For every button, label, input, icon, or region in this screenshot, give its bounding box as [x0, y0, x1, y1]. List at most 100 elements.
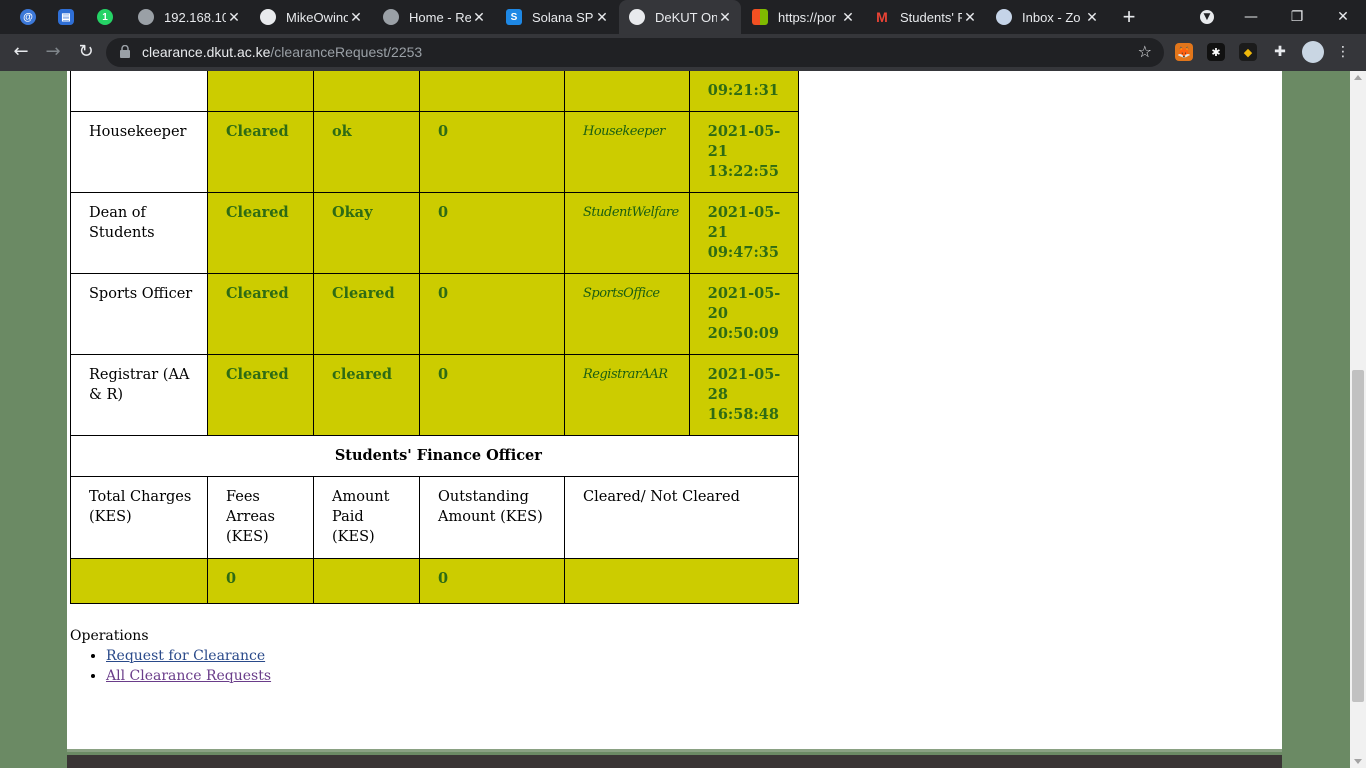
- profile-avatar[interactable]: [1302, 41, 1324, 63]
- pinned-tab-1[interactable]: @: [9, 0, 47, 34]
- scrollbar-thumb[interactable]: [1352, 370, 1364, 702]
- mail-icon: [996, 9, 1012, 25]
- reload-button[interactable]: ↻: [71, 37, 101, 67]
- address-bar[interactable]: clearance.dkut.ac.ke/clearanceRequest/22…: [106, 38, 1164, 67]
- footer-divider: [67, 749, 1282, 752]
- close-tab-icon[interactable]: ✕: [471, 9, 487, 25]
- amount-cell: 0: [419, 111, 565, 193]
- status-cell: Cleared: [207, 354, 314, 436]
- operations-section: Operations Request for Clearance All Cle…: [70, 628, 271, 686]
- close-tab-icon[interactable]: ✕: [962, 9, 978, 25]
- bookmark-star-icon[interactable]: ☆: [1138, 42, 1152, 61]
- tab-8[interactable]: Inbox - Zo ✕: [986, 0, 1108, 34]
- finance-cleared-status: [564, 558, 799, 604]
- forward-button[interactable]: →: [38, 37, 68, 67]
- date-line: 28: [707, 386, 728, 403]
- pinned-tab-3[interactable]: 1: [86, 0, 124, 34]
- tab-6[interactable]: https://por ✕: [742, 0, 864, 34]
- office-cell: Sports Officer: [70, 273, 208, 355]
- binance-icon[interactable]: ◆: [1239, 43, 1257, 61]
- tab-search-icon[interactable]: ▼: [1184, 0, 1230, 34]
- date-line: 2021-05-: [707, 285, 781, 302]
- tab-title: DeKUT Onl: [655, 9, 717, 25]
- tab-title: Home - Re: [409, 9, 471, 25]
- date-line: 2021-05-: [707, 366, 781, 383]
- menu-kebab-icon[interactable]: ⋮: [1334, 43, 1352, 61]
- finance-header-total-charges: Total Charges (KES): [70, 476, 208, 559]
- close-tab-icon[interactable]: ✕: [1084, 9, 1100, 25]
- request-clearance-link[interactable]: Request for Clearance: [106, 648, 265, 664]
- finance-section-title: Students' Finance Officer: [70, 435, 799, 477]
- date-line: 09:47:35: [707, 244, 779, 261]
- finance-header-amount-paid: Amount Paid (KES): [313, 476, 420, 559]
- close-window-button[interactable]: ✕: [1320, 0, 1366, 34]
- tab-1[interactable]: 192.168.10 ✕: [128, 0, 250, 34]
- tab-7[interactable]: M Students' F ✕: [864, 0, 986, 34]
- date-line: 20:50:09: [707, 325, 779, 342]
- restore-button[interactable]: ❐: [1274, 0, 1320, 34]
- close-tab-icon[interactable]: ✕: [594, 9, 610, 25]
- microsoft-icon: [752, 9, 768, 25]
- metamask-icon[interactable]: 🦊: [1175, 43, 1193, 61]
- close-tab-icon[interactable]: ✕: [348, 9, 364, 25]
- finance-values-row: 0 0: [70, 558, 799, 604]
- finance-header-row: Total Charges (KES) Fees Arreas (KES) Am…: [70, 476, 799, 559]
- date-cell: 09:21:31: [688, 71, 799, 112]
- finance-outstanding: 0: [419, 558, 565, 604]
- office-cell: Registrar (AA & R): [70, 354, 208, 436]
- tab-5-active[interactable]: DeKUT Onl ✕: [619, 0, 741, 34]
- page-viewport: 09:21:31 Housekeeper Cleared ok 0 Housek…: [0, 71, 1350, 768]
- table-row: Dean of Students Cleared Okay 0 StudentW…: [70, 192, 799, 274]
- table-row: Housekeeper Cleared ok 0 Housekeeper 202…: [70, 111, 799, 193]
- url-path: /clearanceRequest/2253: [270, 44, 423, 60]
- date-line: 21: [707, 143, 728, 160]
- clearance-table: 09:21:31 Housekeeper Cleared ok 0 Housek…: [70, 71, 799, 604]
- close-tab-icon[interactable]: ✕: [717, 9, 733, 25]
- scroll-up-arrow-icon[interactable]: [1354, 75, 1362, 80]
- scroll-down-arrow-icon[interactable]: [1354, 759, 1362, 764]
- remarks-cell: ok: [313, 111, 420, 193]
- close-tab-icon[interactable]: ✕: [226, 9, 242, 25]
- tab-strip: @ ▤ 1 192.168.10 ✕ MikeOwino ✕ Home - Re…: [0, 0, 1366, 34]
- footer-bar: [67, 755, 1282, 768]
- lock-icon: [120, 45, 130, 58]
- date-line: 20: [707, 305, 728, 322]
- finance-fees-arreas: 0: [207, 558, 314, 604]
- all-clearance-requests-link[interactable]: All Clearance Requests: [106, 668, 271, 684]
- minimize-button[interactable]: —: [1228, 0, 1274, 34]
- status-cell: Cleared: [207, 192, 314, 274]
- app-blue-icon: @: [20, 9, 36, 25]
- signature-image: StudentWelfare: [564, 192, 690, 274]
- close-tab-icon[interactable]: ✕: [840, 9, 856, 25]
- browser-toolbar: ← → ↻ clearance.dkut.ac.ke/clearanceRequ…: [0, 34, 1366, 71]
- pinned-tab-2[interactable]: ▤: [47, 0, 85, 34]
- tab-4[interactable]: S Solana SPL ✕: [496, 0, 618, 34]
- signature-image: RegistrarAAR: [564, 354, 690, 436]
- tab-title: https://por: [778, 9, 836, 25]
- date-line: 2021-05-: [707, 204, 781, 221]
- url-host: clearance.dkut.ac.ke: [142, 44, 271, 60]
- puzzle-extensions-icon[interactable]: ✚: [1271, 43, 1289, 61]
- tab-title: 192.168.10: [164, 9, 226, 25]
- date-time: 09:21:31: [707, 82, 779, 99]
- tab-2[interactable]: MikeOwino ✕: [250, 0, 372, 34]
- table-row-partial: 09:21:31: [70, 71, 799, 112]
- list-item: All Clearance Requests: [106, 666, 271, 686]
- tab-title: MikeOwino: [286, 9, 348, 25]
- s-square-icon: S: [506, 9, 522, 25]
- spiral-icon: [383, 9, 399, 25]
- new-tab-button[interactable]: +: [1116, 5, 1142, 29]
- finance-header-cleared: Cleared/ Not Cleared: [564, 476, 799, 559]
- tab-3[interactable]: Home - Re ✕: [373, 0, 495, 34]
- page-scrollbar[interactable]: [1350, 71, 1366, 768]
- extension-x-icon[interactable]: ✱: [1207, 43, 1225, 61]
- office-cell: [70, 71, 208, 112]
- github-icon: [260, 9, 276, 25]
- status-cell: Cleared: [207, 111, 314, 193]
- back-button[interactable]: ←: [6, 37, 36, 67]
- status-cell: [207, 71, 314, 112]
- date-cell: 2021-05- 28 16:58:48: [688, 354, 799, 436]
- finance-section-row: Students' Finance Officer: [70, 435, 799, 477]
- remarks-cell: [313, 71, 420, 112]
- gmail-icon: M: [876, 9, 888, 25]
